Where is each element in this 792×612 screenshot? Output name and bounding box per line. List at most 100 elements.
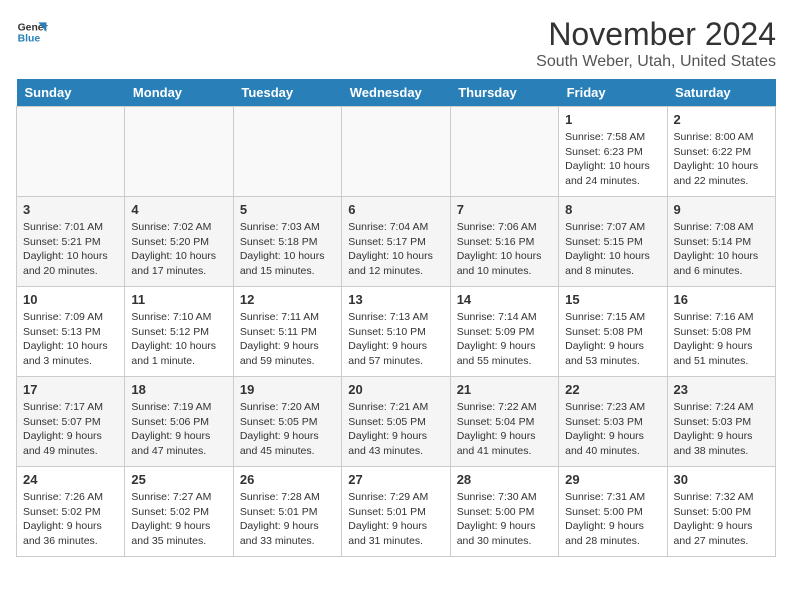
header-sunday: Sunday <box>17 79 125 107</box>
svg-text:Blue: Blue <box>18 34 41 45</box>
week-row-1: 1 Sunrise: 7:58 AM Sunset: 6:23 PM Daylig… <box>17 107 776 197</box>
day-info: Sunrise: 7:19 AM Sunset: 5:06 PM Dayligh… <box>131 400 226 459</box>
day-info: Sunrise: 7:06 AM Sunset: 5:16 PM Dayligh… <box>457 220 552 279</box>
day-number: 8 <box>565 202 660 217</box>
calendar-cell: 16Sunrise: 7:16 AM Sunset: 5:08 PM Dayli… <box>667 287 775 377</box>
day-number: 27 <box>348 472 443 487</box>
day-number: 29 <box>565 472 660 487</box>
calendar-cell: 19 Sunrise: 7:20 AM Sunset: 5:05 PM Dayli… <box>233 377 341 467</box>
day-info: Sunrise: 7:14 AM Sunset: 5:09 PM Dayligh… <box>457 310 552 369</box>
week-row-3: 10 Sunrise: 7:09 AM Sunset: 5:13 PM Dayli… <box>17 287 776 377</box>
calendar-cell: 22Sunrise: 7:23 AM Sunset: 5:03 PM Dayli… <box>559 377 667 467</box>
day-info: Sunrise: 7:13 AM Sunset: 5:10 PM Dayligh… <box>348 310 443 369</box>
day-number: 21 <box>457 382 552 397</box>
calendar-cell: 26Sunrise: 7:28 AM Sunset: 5:01 PM Dayli… <box>233 467 341 557</box>
day-number: 15 <box>565 292 660 307</box>
day-info: Sunrise: 7:21 AM Sunset: 5:05 PM Dayligh… <box>348 400 443 459</box>
calendar-cell: 28 Sunrise: 7:30 AM Sunset: 5:00 PM Dayli… <box>450 467 558 557</box>
calendar-cell: 18Sunrise: 7:19 AM Sunset: 5:06 PM Dayli… <box>125 377 233 467</box>
calendar-cell: 15 Sunrise: 7:15 AM Sunset: 5:08 PM Dayli… <box>559 287 667 377</box>
calendar-cell: 27 Sunrise: 7:29 AM Sunset: 5:01 PM Dayli… <box>342 467 450 557</box>
day-info: Sunrise: 7:02 AM Sunset: 5:20 PM Dayligh… <box>131 220 226 279</box>
day-info: Sunrise: 7:09 AM Sunset: 5:13 PM Dayligh… <box>23 310 118 369</box>
day-number: 23 <box>674 382 769 397</box>
day-number: 12 <box>240 292 335 307</box>
week-row-5: 24 Sunrise: 7:26 AM Sunset: 5:02 PM Dayli… <box>17 467 776 557</box>
day-info: Sunrise: 7:04 AM Sunset: 5:17 PM Dayligh… <box>348 220 443 279</box>
calendar-cell: 25Sunrise: 7:27 AM Sunset: 5:02 PM Dayli… <box>125 467 233 557</box>
location-title: South Weber, Utah, United States <box>536 53 776 71</box>
calendar-cell: 14 Sunrise: 7:14 AM Sunset: 5:09 PM Dayli… <box>450 287 558 377</box>
day-number: 25 <box>131 472 226 487</box>
header-tuesday: Tuesday <box>233 79 341 107</box>
header-monday: Monday <box>125 79 233 107</box>
day-number: 20 <box>348 382 443 397</box>
month-title: November 2024 <box>536 16 776 53</box>
day-info: Sunrise: 7:10 AM Sunset: 5:12 PM Dayligh… <box>131 310 226 369</box>
day-info: Sunrise: 7:01 AM Sunset: 5:21 PM Dayligh… <box>23 220 118 279</box>
calendar-table: SundayMondayTuesdayWednesdayThursdayFrid… <box>16 79 776 557</box>
day-info: Sunrise: 7:58 AM Sunset: 6:23 PM Dayligh… <box>565 130 660 189</box>
calendar-cell <box>342 107 450 197</box>
week-row-4: 17Sunrise: 7:17 AM Sunset: 5:07 PM Dayli… <box>17 377 776 467</box>
calendar-cell: 5 Sunrise: 7:03 AM Sunset: 5:18 PM Daylig… <box>233 197 341 287</box>
calendar-cell: 1 Sunrise: 7:58 AM Sunset: 6:23 PM Daylig… <box>559 107 667 197</box>
day-info: Sunrise: 7:26 AM Sunset: 5:02 PM Dayligh… <box>23 490 118 549</box>
header-friday: Friday <box>559 79 667 107</box>
day-number: 16 <box>674 292 769 307</box>
day-number: 14 <box>457 292 552 307</box>
day-number: 28 <box>457 472 552 487</box>
logo: General Blue <box>16 16 48 48</box>
day-number: 30 <box>674 472 769 487</box>
calendar-cell: 23 Sunrise: 7:24 AM Sunset: 5:03 PM Dayli… <box>667 377 775 467</box>
day-info: Sunrise: 8:00 AM Sunset: 6:22 PM Dayligh… <box>674 130 769 189</box>
calendar-cell: 4 Sunrise: 7:02 AM Sunset: 5:20 PM Daylig… <box>125 197 233 287</box>
day-number: 10 <box>23 292 118 307</box>
calendar-cell: 2Sunrise: 8:00 AM Sunset: 6:22 PM Daylig… <box>667 107 775 197</box>
day-number: 5 <box>240 202 335 217</box>
day-info: Sunrise: 7:20 AM Sunset: 5:05 PM Dayligh… <box>240 400 335 459</box>
day-number: 22 <box>565 382 660 397</box>
day-number: 19 <box>240 382 335 397</box>
day-info: Sunrise: 7:11 AM Sunset: 5:11 PM Dayligh… <box>240 310 335 369</box>
day-number: 24 <box>23 472 118 487</box>
day-number: 7 <box>457 202 552 217</box>
calendar-cell: 11Sunrise: 7:10 AM Sunset: 5:12 PM Dayli… <box>125 287 233 377</box>
calendar-cell: 8 Sunrise: 7:07 AM Sunset: 5:15 PM Daylig… <box>559 197 667 287</box>
day-number: 6 <box>348 202 443 217</box>
header-thursday: Thursday <box>450 79 558 107</box>
day-info: Sunrise: 7:17 AM Sunset: 5:07 PM Dayligh… <box>23 400 118 459</box>
calendar-cell: 6 Sunrise: 7:04 AM Sunset: 5:17 PM Daylig… <box>342 197 450 287</box>
calendar-cell <box>17 107 125 197</box>
calendar-cell: 29 Sunrise: 7:31 AM Sunset: 5:00 PM Dayli… <box>559 467 667 557</box>
day-number: 4 <box>131 202 226 217</box>
calendar-cell <box>450 107 558 197</box>
logo-icon: General Blue <box>16 16 48 48</box>
day-info: Sunrise: 7:30 AM Sunset: 5:00 PM Dayligh… <box>457 490 552 549</box>
day-info: Sunrise: 7:03 AM Sunset: 5:18 PM Dayligh… <box>240 220 335 279</box>
calendar-cell: 3 Sunrise: 7:01 AM Sunset: 5:21 PM Daylig… <box>17 197 125 287</box>
calendar-cell <box>125 107 233 197</box>
day-number: 9 <box>674 202 769 217</box>
calendar-cell: 7 Sunrise: 7:06 AM Sunset: 5:16 PM Daylig… <box>450 197 558 287</box>
day-info: Sunrise: 7:24 AM Sunset: 5:03 PM Dayligh… <box>674 400 769 459</box>
day-info: Sunrise: 7:32 AM Sunset: 5:00 PM Dayligh… <box>674 490 769 549</box>
calendar-cell: 9 Sunrise: 7:08 AM Sunset: 5:14 PM Daylig… <box>667 197 775 287</box>
day-info: Sunrise: 7:08 AM Sunset: 5:14 PM Dayligh… <box>674 220 769 279</box>
day-number: 3 <box>23 202 118 217</box>
calendar-cell: 12 Sunrise: 7:11 AM Sunset: 5:11 PM Dayli… <box>233 287 341 377</box>
day-info: Sunrise: 7:29 AM Sunset: 5:01 PM Dayligh… <box>348 490 443 549</box>
calendar-cell <box>233 107 341 197</box>
day-info: Sunrise: 7:07 AM Sunset: 5:15 PM Dayligh… <box>565 220 660 279</box>
day-number: 1 <box>565 112 660 127</box>
day-info: Sunrise: 7:31 AM Sunset: 5:00 PM Dayligh… <box>565 490 660 549</box>
day-number: 13 <box>348 292 443 307</box>
calendar-header-row: SundayMondayTuesdayWednesdayThursdayFrid… <box>17 79 776 107</box>
calendar-cell: 17Sunrise: 7:17 AM Sunset: 5:07 PM Dayli… <box>17 377 125 467</box>
header-saturday: Saturday <box>667 79 775 107</box>
calendar-cell: 24 Sunrise: 7:26 AM Sunset: 5:02 PM Dayli… <box>17 467 125 557</box>
calendar-cell: 21Sunrise: 7:22 AM Sunset: 5:04 PM Dayli… <box>450 377 558 467</box>
day-info: Sunrise: 7:15 AM Sunset: 5:08 PM Dayligh… <box>565 310 660 369</box>
title-section: November 2024 South Weber, Utah, United … <box>536 16 776 71</box>
calendar-cell: 10 Sunrise: 7:09 AM Sunset: 5:13 PM Dayli… <box>17 287 125 377</box>
